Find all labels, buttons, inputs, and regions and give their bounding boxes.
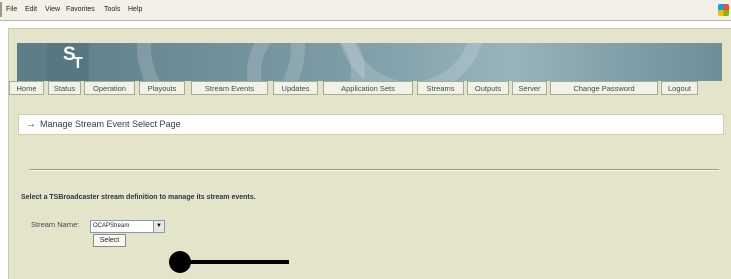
page-title: Manage Stream Event Select Page xyxy=(40,119,181,129)
menu-tools[interactable]: Tools xyxy=(104,0,120,20)
menu-favorites[interactable]: Favorites xyxy=(66,0,95,20)
select-button[interactable]: Select xyxy=(93,234,126,247)
menu-bar: File Edit View Favorites Tools Help xyxy=(0,0,731,21)
tab-stream-events[interactable]: Stream Events xyxy=(191,81,268,95)
tab-status[interactable]: Status xyxy=(48,81,81,95)
menu-edit[interactable]: Edit xyxy=(25,0,37,20)
windows-logo-icon xyxy=(718,4,729,16)
banner-swirl xyxy=(337,43,485,81)
tab-logout[interactable]: Logout xyxy=(661,81,698,95)
tab-operation[interactable]: Operation xyxy=(84,81,135,95)
tab-streams[interactable]: Streams xyxy=(417,81,464,95)
menu-view[interactable]: View xyxy=(45,0,60,20)
stream-name-select[interactable]: OCAPStream ▼ xyxy=(90,220,165,233)
nav-tabs: Home Status Operation Playouts Stream Ev… xyxy=(9,81,731,96)
dropdown-arrow-icon[interactable]: ▼ xyxy=(153,221,164,232)
header-banner: S T xyxy=(17,43,722,81)
logo-letter-t: T xyxy=(73,55,83,72)
toolbar-grip xyxy=(0,2,2,17)
stream-name-label: Stream Name: xyxy=(31,220,80,229)
page-title-box: → Manage Stream Event Select Page xyxy=(18,114,724,135)
tab-change-password[interactable]: Change Password xyxy=(550,81,658,95)
arrow-right-icon: → xyxy=(26,119,36,130)
stream-name-value: OCAPStream xyxy=(93,223,130,229)
tab-application-sets[interactable]: Application Sets xyxy=(323,81,413,95)
tab-server[interactable]: Server xyxy=(512,81,547,95)
menu-help[interactable]: Help xyxy=(128,0,142,20)
tab-outputs[interactable]: Outputs xyxy=(467,81,509,95)
browser-window: File Edit View Favorites Tools Help S T … xyxy=(0,0,731,279)
st-logo: S T xyxy=(47,43,89,81)
web-page: S T Home Status Operation Playouts Strea… xyxy=(8,28,731,279)
tab-home[interactable]: Home xyxy=(9,81,44,95)
annotation-line xyxy=(187,260,289,264)
menu-file[interactable]: File xyxy=(6,0,17,20)
divider xyxy=(29,169,719,171)
instruction-text: Select a TSBroadcaster stream definition… xyxy=(21,194,256,201)
tab-updates[interactable]: Updates xyxy=(273,81,318,95)
tab-playouts[interactable]: Playouts xyxy=(139,81,185,95)
